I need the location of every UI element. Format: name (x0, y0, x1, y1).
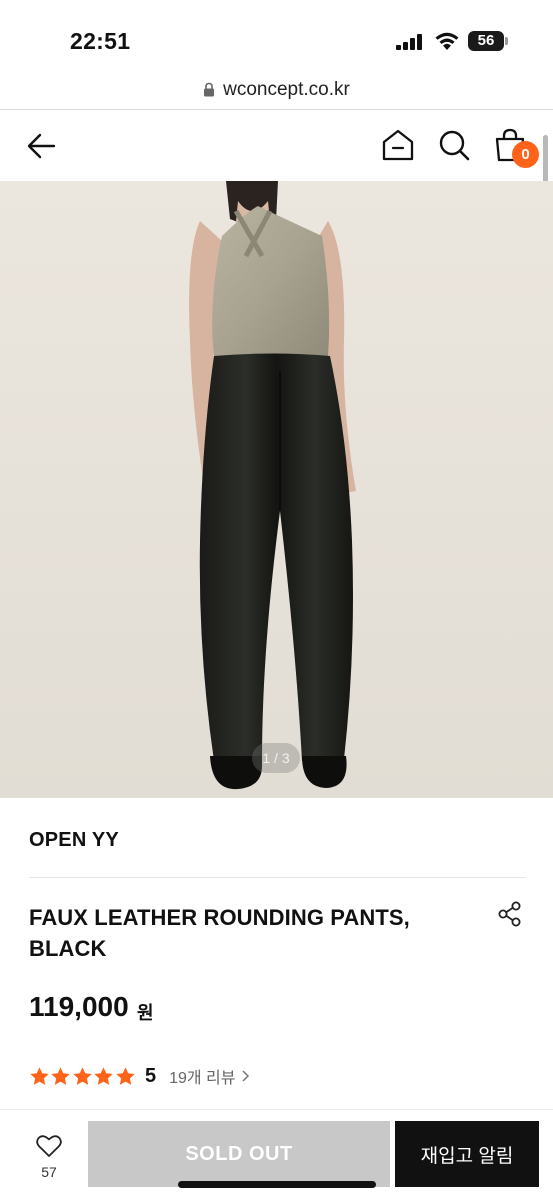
signal-icon (396, 34, 422, 50)
wish-count: 57 (41, 1164, 57, 1180)
currency: 원 (137, 1003, 154, 1023)
star-icon (73, 1066, 92, 1085)
search-icon[interactable] (436, 127, 472, 163)
star-icon (30, 1066, 49, 1085)
image-counter: 1 / 3 (252, 743, 300, 773)
url-text: wconcept.co.kr (223, 78, 350, 100)
product-photo (0, 181, 553, 798)
star-icon (51, 1066, 71, 1085)
review-link[interactable]: 19개 리뷰 (169, 1064, 250, 1088)
share-icon[interactable] (496, 900, 524, 928)
status-bar: 22:51 56 (0, 0, 553, 70)
product-image[interactable]: 1 / 3 (0, 181, 553, 798)
site-header: 0 (0, 111, 553, 181)
price: 119,000 (29, 991, 129, 1022)
bottom-bar-divider (0, 1109, 553, 1110)
back-arrow-icon[interactable] (22, 129, 62, 163)
battery-level: 56 (468, 31, 504, 51)
restock-alert-button[interactable]: 재입고 알림 (395, 1121, 539, 1187)
status-time: 22:51 (70, 28, 131, 54)
battery-icon: 56 (468, 31, 508, 51)
review-count: 19개 리뷰 (169, 1070, 236, 1087)
wishlist-button[interactable]: 57 (22, 1122, 76, 1188)
wifi-icon (435, 32, 459, 50)
rating: 5 19개 리뷰 (29, 1063, 250, 1089)
divider (29, 877, 526, 878)
sold-out-button[interactable]: SOLD OUT (88, 1121, 390, 1187)
home-indicator (178, 1181, 376, 1188)
cart-button[interactable]: 0 (492, 127, 539, 173)
lock-icon (204, 82, 215, 97)
brand-name[interactable]: OPEN YY (29, 829, 119, 852)
battery-tip (505, 37, 508, 45)
cart-count-badge: 0 (512, 141, 539, 168)
heart-icon (36, 1135, 62, 1157)
url-bar[interactable]: wconcept.co.kr (0, 70, 553, 110)
star-icon (94, 1066, 113, 1085)
chevron-right-icon (242, 1070, 250, 1082)
product-title: FAUX LEATHER ROUNDING PANTS, BLACK (29, 905, 410, 961)
star-icon (115, 1066, 135, 1085)
rating-value: 5 (144, 1064, 157, 1087)
home-icon[interactable] (380, 127, 416, 163)
